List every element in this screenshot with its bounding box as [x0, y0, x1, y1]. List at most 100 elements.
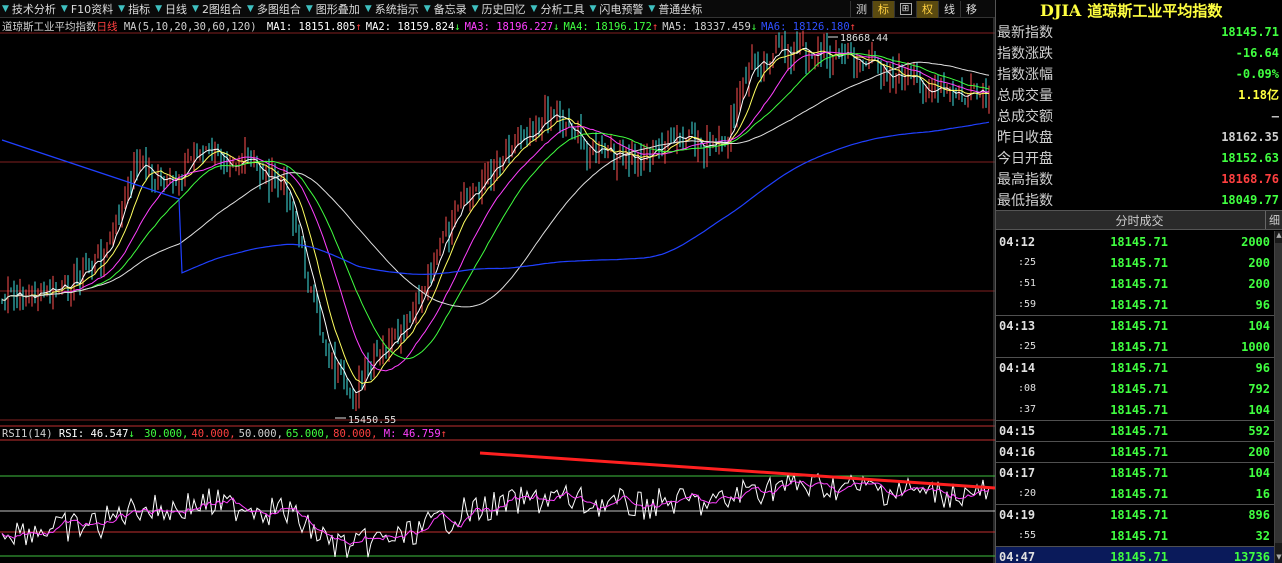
stat-row-7: 最高指数 18168.76	[996, 168, 1282, 189]
symbol-name: 道琼斯工业平均指数	[1087, 2, 1223, 20]
trade-price: 18145.71	[1110, 255, 1168, 270]
trade-row[interactable]: :59 18145.71 96	[996, 294, 1274, 315]
stat-value: —	[1271, 108, 1279, 123]
trade-volume: 2000	[1241, 234, 1270, 249]
trade-price: 18145.71	[1110, 445, 1168, 459]
ma-value-1: MA1: 18151.805	[266, 21, 356, 33]
trade-row[interactable]: :20 18145.71 16	[996, 483, 1274, 504]
trade-volume: 96	[1255, 361, 1270, 375]
trade-time: 04:13	[999, 319, 1036, 333]
ma3-line	[1, 51, 990, 372]
stat-label: 今日开盘	[997, 150, 1053, 167]
trade-price: 18145.71	[1110, 381, 1168, 396]
stat-row-3: 总成交量 1.18亿	[996, 84, 1282, 105]
scroll-up-icon[interactable]: ▲	[1275, 231, 1282, 241]
ma1-line	[1, 47, 990, 394]
stat-label: 昨日收盘	[997, 129, 1053, 146]
trade-row[interactable]: 04:16 18145.71 200	[996, 441, 1274, 462]
scroll-down-icon[interactable]: ▼	[1275, 553, 1282, 563]
rsi-level-2: 50.000,	[238, 428, 283, 440]
trade-time: 04:15	[999, 424, 1036, 438]
trade-volume: 16	[1255, 486, 1270, 501]
price-chart[interactable]: 18668.44 15450.55	[0, 0, 995, 563]
ma6-line	[1, 121, 990, 276]
trade-price: 18145.71	[1110, 424, 1168, 438]
stat-row-2: 指数涨幅 -0.09%	[996, 63, 1282, 84]
rsi-m-line	[1, 480, 990, 546]
stat-value: 18162.35	[1221, 129, 1279, 144]
trade-row[interactable]: 04:19 18145.71 896	[996, 504, 1274, 525]
trade-volume: 896	[1248, 508, 1270, 522]
trade-row[interactable]: 04:14 18145.71 96	[996, 357, 1274, 378]
detail-button[interactable]: 细	[1265, 211, 1282, 229]
trade-time: :51	[1018, 278, 1037, 289]
stat-value: 18145.71	[1221, 24, 1279, 39]
rsi-level-1: 40.000,	[191, 428, 236, 440]
trade-row[interactable]: :25 18145.71 200	[996, 252, 1274, 273]
trade-volume: 792	[1248, 381, 1270, 396]
trade-price: 18145.71	[1110, 550, 1168, 563]
ma-value-6: MA6: 18126.180	[761, 21, 850, 33]
stat-label: 最新指数	[997, 24, 1053, 41]
trades-header-label: 分时成交	[1115, 213, 1164, 228]
rsi-name: RSI1(14)	[2, 428, 53, 440]
trade-row[interactable]: :51 18145.71 200	[996, 273, 1274, 294]
trade-time: 04:12	[999, 234, 1036, 249]
trade-volume: 200	[1248, 276, 1270, 291]
stat-row-1: 指数涨跌 -16.64	[996, 42, 1282, 63]
rsi-info-line: RSI1(14) RSI: 46.547↓ 30.000, 40.000, 50.0…	[2, 428, 447, 441]
stat-value: -16.64	[1235, 45, 1279, 60]
trendline	[479, 451, 995, 490]
trade-row[interactable]: 04:47 18145.71 13736	[996, 546, 1274, 563]
rsi-level-4: 80.000,	[333, 428, 378, 440]
ma-value-5: MA5: 18337.459	[662, 21, 751, 33]
trade-row[interactable]: 04:15 18145.71 592	[996, 420, 1274, 441]
trade-time: 04:19	[999, 508, 1036, 522]
trade-price: 18145.71	[1110, 528, 1168, 543]
ma-value-3: MA3: 18196.227	[464, 21, 554, 33]
ma2-line	[1, 48, 990, 385]
trade-volume: 96	[1255, 297, 1270, 312]
trade-volume: 104	[1248, 466, 1270, 480]
chart-period[interactable]: 日线	[97, 21, 118, 33]
trade-row[interactable]: :25 18145.71 1000	[996, 336, 1274, 357]
symbol-code: DJIA	[1040, 1, 1082, 20]
stat-value: 18152.63	[1221, 150, 1279, 165]
trade-row[interactable]: :55 18145.71 32	[996, 525, 1274, 546]
stat-label: 最低指数	[997, 192, 1053, 209]
stat-value: 18049.77	[1221, 192, 1279, 207]
stat-value: 18168.76	[1221, 171, 1279, 186]
rsi-level-3: 65.000,	[285, 428, 331, 440]
rsi-m-arrow: ↑	[440, 428, 447, 440]
trade-price: 18145.71	[1110, 234, 1168, 249]
trade-volume: 1000	[1241, 339, 1270, 354]
trade-time: 04:47	[999, 550, 1036, 563]
trade-row[interactable]: 04:13 18145.71 104	[996, 315, 1274, 336]
trade-time: :08	[1018, 383, 1037, 394]
stat-label: 指数涨幅	[997, 66, 1053, 83]
trade-volume: 200	[1248, 255, 1270, 270]
high-label: 18668.44	[840, 33, 888, 44]
stat-row-4: 总成交额 —	[996, 105, 1282, 126]
rsi-level-0: 30.000,	[144, 428, 189, 440]
trade-row[interactable]: :08 18145.71 792	[996, 378, 1274, 399]
ma-arrow: ↓	[750, 21, 758, 33]
scroll-thumb[interactable]	[1275, 243, 1282, 543]
rsi-m: M: 46.759	[383, 428, 441, 440]
panel-title: DJIA 道琼斯工业平均指数	[996, 0, 1282, 21]
stat-value: 1.18亿	[1238, 88, 1279, 102]
stat-row-0: 最新指数 18145.71	[996, 21, 1282, 42]
ma5-line	[1, 61, 990, 308]
trade-row[interactable]: :37 18145.71 104	[996, 399, 1274, 420]
stat-row-5: 昨日收盘 18162.35	[996, 126, 1282, 147]
trade-time: :55	[1018, 530, 1037, 541]
trades-scrollbar[interactable]: ▲ ▼	[1274, 231, 1282, 563]
ma-arrow: ↑	[651, 21, 659, 33]
trade-volume: 104	[1248, 319, 1270, 333]
trade-price: 18145.71	[1110, 508, 1168, 522]
trade-row[interactable]: 04:17 18145.71 104	[996, 462, 1274, 483]
trade-row[interactable]: 04:12 18145.71 2000	[996, 231, 1274, 252]
trade-time: :59	[1018, 299, 1037, 310]
trade-price: 18145.71	[1110, 276, 1168, 291]
quote-panel: DJIA 道琼斯工业平均指数 最新指数 18145.71 指数涨跌 -16.64 指数涨…	[995, 0, 1282, 563]
